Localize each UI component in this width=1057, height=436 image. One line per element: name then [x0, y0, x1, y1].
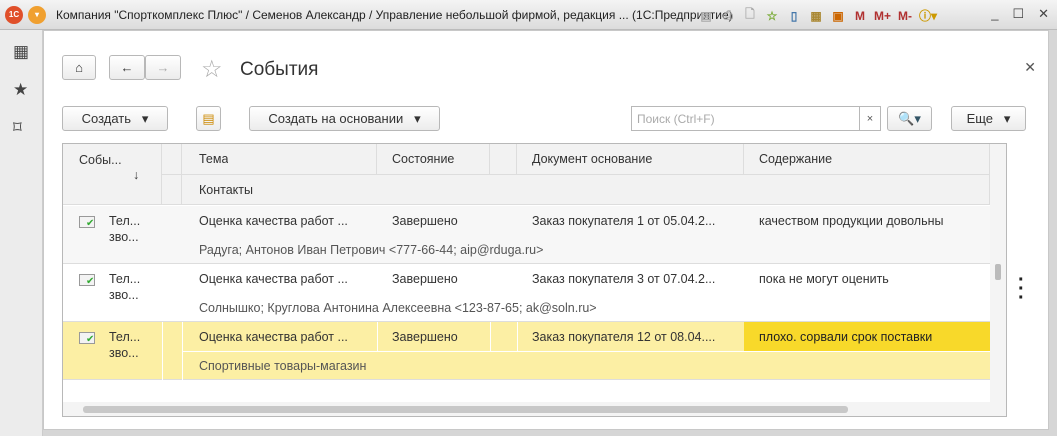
- table-row[interactable]: Тел... зво... Оценка качества работ ... …: [63, 206, 990, 264]
- memory-mminus-button[interactable]: M-: [897, 9, 913, 23]
- event-type-2: зво...: [109, 346, 139, 360]
- phone-call-completed-icon: [79, 274, 95, 287]
- header-spacer: [162, 175, 182, 205]
- sidebar: ▦ ★ ⌑: [0, 30, 43, 436]
- print-icon[interactable]: ⎙: [720, 8, 736, 23]
- contacts-cell: Радуга; Антонов Иван Петрович <777-66-44…: [199, 243, 544, 257]
- forward-button[interactable]: →: [145, 55, 181, 80]
- event-type-2: зво...: [109, 230, 139, 244]
- horizontal-scroll-thumb[interactable]: [83, 406, 848, 413]
- header-spacer: [162, 144, 182, 175]
- events-table: Собы... ↓ Тема Состояние Документ основа…: [62, 143, 1007, 417]
- calendar-icon[interactable]: ▣: [830, 9, 846, 23]
- page-title: События: [240, 59, 319, 80]
- search-input[interactable]: Поиск (Ctrl+F): [631, 106, 881, 131]
- copy-document-button[interactable]: ▤: [196, 106, 221, 131]
- memory-m-button[interactable]: M: [852, 9, 868, 23]
- form-panel: ⌂ ← → ☆ События ✕ Создать ▾ ▤ Создать на…: [43, 30, 1049, 430]
- content-cell: качеством продукции довольны: [759, 214, 944, 228]
- header-document-label: Документ основание: [532, 152, 653, 166]
- favorite-add-icon[interactable]: ☆: [764, 9, 780, 23]
- save-icon[interactable]: ▤: [698, 9, 714, 23]
- state-cell: Завершено: [392, 330, 458, 344]
- header-content[interactable]: Содержание: [744, 144, 990, 175]
- header-contacts[interactable]: Контакты: [182, 175, 990, 205]
- create-based-label: Создать на основании: [268, 111, 404, 126]
- state-cell: Завершено: [392, 272, 458, 286]
- phone-call-completed-icon: [79, 216, 95, 229]
- event-type: Тел...: [109, 214, 141, 228]
- window-title: Компания "Спорткомплекс Плюс" / Семенов …: [56, 7, 733, 22]
- close-window-icon[interactable]: ✕: [1038, 6, 1049, 22]
- create-label: Создать: [81, 111, 132, 126]
- minimize-icon[interactable]: _: [991, 6, 998, 22]
- favorite-star-icon[interactable]: ☆: [201, 55, 223, 84]
- event-type-2: зво...: [109, 288, 139, 302]
- state-cell: Завершено: [392, 214, 458, 228]
- back-button[interactable]: ←: [109, 55, 145, 80]
- vertical-scrollbar[interactable]: [990, 144, 1006, 402]
- title-bar: 1С ▾ Компания "Спорткомплекс Плюс" / Сем…: [0, 0, 1057, 30]
- event-type: Тел...: [109, 272, 141, 286]
- document-cell[interactable]: Заказ покупателя 12 от 08.04....: [532, 330, 715, 344]
- topic-cell: Оценка качества работ ...: [199, 272, 348, 286]
- preview-icon[interactable]: 🗋: [742, 5, 758, 26]
- table-row[interactable]: Тел... зво... Оценка качества работ ... …: [63, 322, 990, 380]
- content-cell: плохо. сорвали срок поставки: [744, 322, 990, 351]
- contacts-cell: Спортивные товары-магазин: [199, 359, 367, 373]
- sort-arrow-icon: ↓: [133, 168, 140, 182]
- horizontal-scrollbar[interactable]: [63, 402, 1006, 416]
- info-icon[interactable]: ⓘ▾: [919, 7, 937, 24]
- vertical-scroll-thumb[interactable]: [995, 264, 1001, 280]
- more-actions-icon[interactable]: · · ·: [1018, 270, 1025, 308]
- app-logo-icon: 1С: [5, 5, 23, 24]
- header-spacer: [490, 144, 517, 175]
- header-document[interactable]: Документ основание: [517, 144, 744, 175]
- header-contacts-label: Контакты: [199, 183, 253, 197]
- contacts-cell: Солнышко; Круглова Антонина Алексеевна <…: [199, 301, 597, 315]
- content-cell: пока не могут оценить: [759, 272, 889, 286]
- header-event-label: Собы...: [79, 153, 122, 167]
- favorites-icon[interactable]: ▯: [786, 9, 802, 23]
- header-content-label: Содержание: [759, 152, 833, 166]
- document-cell[interactable]: Заказ покупателя 3 от 07.04.2...: [532, 272, 715, 286]
- history-icon[interactable]: ⌑: [13, 118, 22, 138]
- header-topic-label: Тема: [199, 152, 229, 166]
- create-based-button[interactable]: Создать на основании ▾: [249, 106, 440, 131]
- search-options-button[interactable]: 🔍▾: [887, 106, 932, 131]
- create-button[interactable]: Создать ▾: [62, 106, 168, 131]
- more-label: Еще: [966, 111, 994, 126]
- sections-menu-icon[interactable]: ▦: [13, 42, 29, 62]
- table-row[interactable]: Тел... зво... Оценка качества работ ... …: [63, 264, 990, 322]
- memory-mplus-button[interactable]: M+: [874, 9, 891, 23]
- event-type: Тел...: [109, 330, 141, 344]
- close-form-icon[interactable]: ✕: [1024, 59, 1036, 76]
- topic-cell: Оценка качества работ ...: [199, 214, 348, 228]
- clear-search-button[interactable]: ×: [859, 106, 881, 131]
- more-button[interactable]: Еще ▾: [951, 106, 1026, 131]
- maximize-icon[interactable]: ☐: [1012, 6, 1024, 22]
- document-cell[interactable]: Заказ покупателя 1 от 05.04.2...: [532, 214, 715, 228]
- menu-dropdown-icon[interactable]: ▾: [28, 5, 46, 24]
- favorites-star-icon[interactable]: ★: [13, 80, 28, 100]
- topic-cell: Оценка качества работ ...: [199, 330, 348, 344]
- calculator-icon[interactable]: ▦: [808, 9, 824, 23]
- home-button[interactable]: ⌂: [62, 55, 96, 80]
- header-state-label: Состояние: [392, 152, 455, 166]
- header-topic[interactable]: Тема: [182, 144, 377, 175]
- phone-call-completed-icon: [79, 332, 95, 345]
- header-state[interactable]: Состояние: [377, 144, 490, 175]
